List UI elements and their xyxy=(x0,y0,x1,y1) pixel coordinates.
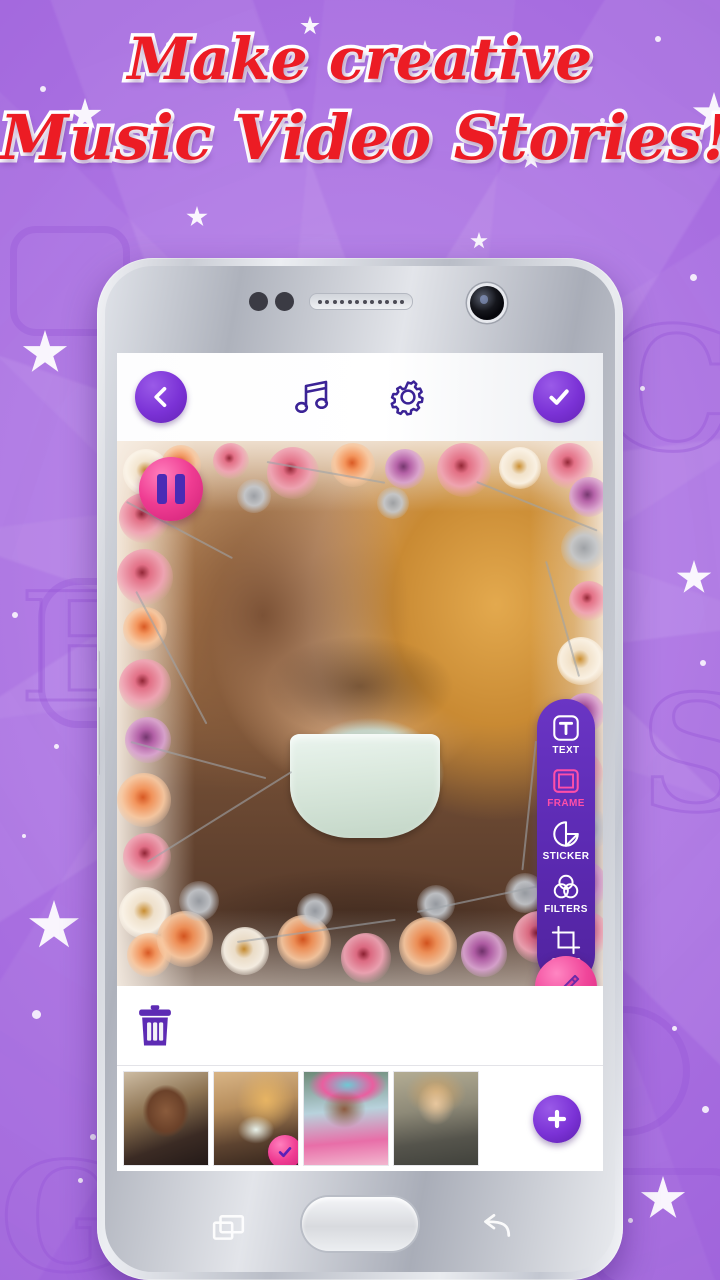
phone-mockup: TEXT FRAME STICKER FILTERS xyxy=(97,258,623,1280)
volume-up-button[interactable] xyxy=(97,650,100,690)
app-toolbar xyxy=(117,353,603,441)
tool-text[interactable]: TEXT xyxy=(537,713,595,756)
phone-navigation-bar xyxy=(97,1171,623,1280)
thumbnail-image xyxy=(304,1072,388,1165)
tool-sticker[interactable]: STICKER xyxy=(537,819,595,862)
light-sensor-icon xyxy=(275,292,294,311)
filters-tool-icon xyxy=(553,874,579,899)
background-sparkle xyxy=(54,744,59,749)
background-star xyxy=(29,900,79,948)
check-icon xyxy=(549,389,569,405)
filmstrip-thumbnail[interactable] xyxy=(303,1071,389,1166)
phone-screen: TEXT FRAME STICKER FILTERS xyxy=(117,353,603,1171)
tool-sticker-label: STICKER xyxy=(542,851,590,862)
confirm-button[interactable] xyxy=(533,371,585,423)
background-sparkle xyxy=(690,274,697,281)
check-icon xyxy=(278,1147,292,1158)
thumbnail-image xyxy=(394,1072,478,1165)
frame-overlay-wash xyxy=(117,441,603,986)
background-star xyxy=(640,1176,686,1218)
background-sparkle xyxy=(78,1178,83,1183)
background-sparkle xyxy=(12,612,18,618)
background-sparkle xyxy=(90,1134,96,1140)
background-sparkle xyxy=(628,1218,633,1223)
proximity-sensor-icon xyxy=(249,292,268,311)
timeline-tray xyxy=(117,986,603,1066)
crop-tool-icon xyxy=(551,925,581,955)
toolbar-actions xyxy=(187,373,533,421)
pause-button[interactable] xyxy=(139,457,203,521)
tool-frame[interactable]: FRAME xyxy=(537,766,595,809)
headline-line-2: Music Video Stories! xyxy=(0,98,720,178)
add-photo-button[interactable] xyxy=(533,1094,581,1143)
tool-text-label: TEXT xyxy=(552,745,580,756)
background-star xyxy=(22,330,68,372)
gear-icon[interactable] xyxy=(384,373,432,421)
background-sparkle xyxy=(700,660,706,666)
headline-line-1: Make creative xyxy=(124,22,596,97)
home-button[interactable] xyxy=(302,1197,418,1251)
background-sparkle xyxy=(22,834,26,838)
photo-preview[interactable]: TEXT FRAME STICKER FILTERS xyxy=(117,441,603,986)
recent-apps-button[interactable] xyxy=(212,1213,246,1243)
tool-rail: TEXT FRAME STICKER FILTERS xyxy=(535,699,597,986)
sticker-tool-icon xyxy=(553,821,579,847)
filmstrip-thumbnail[interactable] xyxy=(393,1071,479,1166)
pencil-icon xyxy=(563,974,580,986)
back-nav-button[interactable] xyxy=(477,1213,513,1241)
volume-down-button[interactable] xyxy=(97,706,100,776)
background-star xyxy=(186,206,208,227)
background-sparkle xyxy=(672,1026,677,1031)
frame-tool-icon xyxy=(553,769,579,793)
tool-frame-label: FRAME xyxy=(547,798,585,809)
recent-apps-icon xyxy=(212,1215,245,1240)
power-button[interactable] xyxy=(620,890,623,962)
tool-filters[interactable]: FILTERS xyxy=(537,872,595,915)
background-star xyxy=(470,232,488,249)
trash-icon xyxy=(139,1004,171,1046)
music-note-icon[interactable] xyxy=(288,373,336,421)
promo-headline: Make creative Music Video Stories! xyxy=(0,22,720,178)
thumbnail-image xyxy=(124,1072,208,1165)
back-arrow-icon xyxy=(484,1213,511,1237)
front-camera-icon xyxy=(470,286,504,320)
filmstrip-thumbnail[interactable] xyxy=(123,1071,209,1166)
delete-button[interactable] xyxy=(135,1004,175,1048)
filmstrip-thumbnail[interactable] xyxy=(213,1071,299,1166)
thumbnail-selected-badge xyxy=(268,1135,298,1165)
background-sparkle xyxy=(32,1010,41,1019)
background-sparkle xyxy=(702,1106,709,1113)
plus-icon xyxy=(547,1109,567,1128)
back-button[interactable] xyxy=(135,371,187,423)
tool-filters-label: FILTERS xyxy=(544,904,588,915)
background-star xyxy=(676,560,712,593)
photo-filmstrip xyxy=(117,1066,603,1171)
earpiece-speaker-icon xyxy=(309,293,413,310)
background-sparkle xyxy=(640,386,645,391)
chevron-left-icon xyxy=(154,386,167,408)
text-tool-icon xyxy=(553,715,579,741)
